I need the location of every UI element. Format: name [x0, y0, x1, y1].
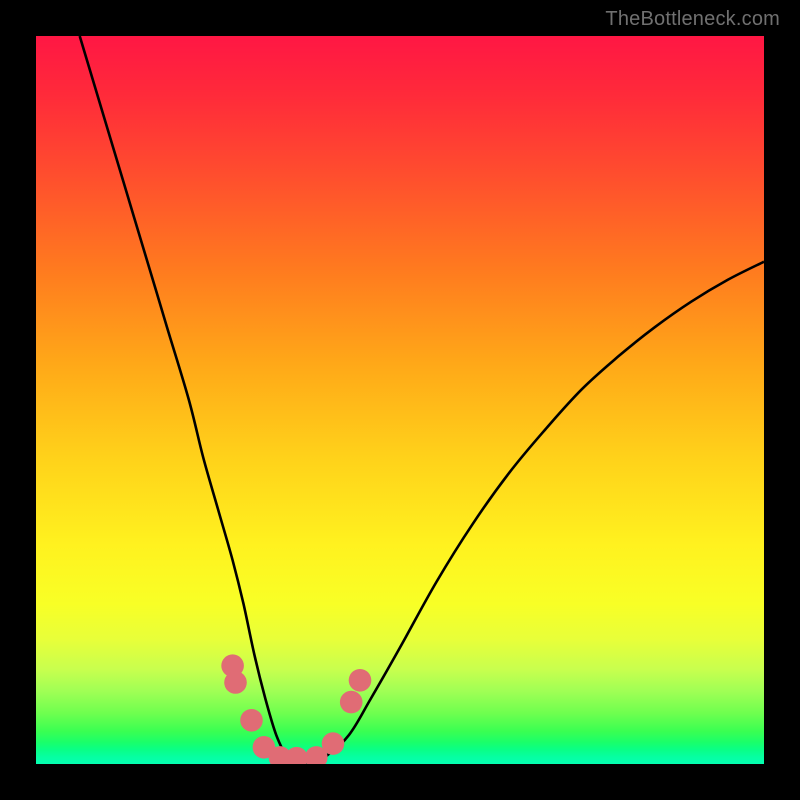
marker-dot	[253, 736, 276, 759]
marker-dot	[240, 709, 263, 732]
chart-markers	[221, 654, 371, 764]
marker-dot	[221, 654, 244, 677]
marker-dot	[322, 732, 345, 755]
marker-dot	[269, 746, 292, 764]
marker-dot	[340, 691, 363, 714]
chart-svg	[36, 36, 764, 764]
chart-curve	[80, 36, 764, 764]
marker-dot	[285, 747, 308, 764]
chart-frame: TheBottleneck.com	[0, 0, 800, 800]
watermark-text: TheBottleneck.com	[605, 8, 780, 31]
plot-area	[36, 36, 764, 764]
marker-dot	[349, 669, 372, 692]
marker-dot	[224, 671, 247, 694]
marker-dot	[305, 746, 328, 764]
